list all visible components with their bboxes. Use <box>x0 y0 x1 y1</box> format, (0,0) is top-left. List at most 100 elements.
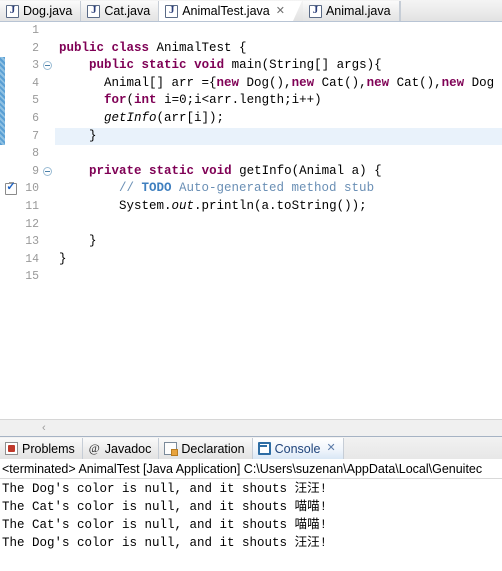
panel-tab-label: Javadoc <box>104 441 152 456</box>
line-number: 12 <box>25 217 39 231</box>
code-line[interactable] <box>55 145 502 163</box>
line-number-ruler: 1 2 3 4 5 6 7 8 9 10 11 12 13 14 15 <box>17 22 42 419</box>
code-token: } <box>59 128 97 143</box>
code-token: static <box>141 58 187 73</box>
close-icon[interactable]: ✕ <box>276 5 285 17</box>
editor-tab-animal-java[interactable]: Animal.java <box>302 1 400 21</box>
code-token: new <box>441 75 465 90</box>
code-token: TODO <box>141 181 172 196</box>
code-token: getInfo <box>104 110 157 125</box>
code-line[interactable]: private static void getInfo(Animal a) { <box>55 163 502 181</box>
cjk-text: 喵喵 <box>294 516 320 531</box>
code-line[interactable]: public static void main(String[] args){ <box>55 57 502 75</box>
console-output-line: The Dog's color is null, and it shouts 汪… <box>2 534 328 550</box>
line-number: 10 <box>25 182 39 196</box>
editor-tab-bar: Dog.java Cat.java AnimalTest.java ✕ Anim… <box>0 0 502 22</box>
console-output[interactable]: The Dog's color is null, and it shouts 汪… <box>0 479 502 551</box>
todo-task-marker-icon[interactable] <box>5 181 17 195</box>
code-token: void <box>194 58 225 73</box>
java-file-icon <box>6 4 19 18</box>
folding-ruler[interactable] <box>42 22 55 419</box>
code-token: AnimalTest { <box>149 40 247 55</box>
code-token: (arr[i]); <box>156 110 225 125</box>
panel-tab-label: Declaration <box>181 441 245 456</box>
panel-tab-label: Console <box>274 441 321 456</box>
code-line[interactable]: Animal[] arr ={new Dog(),new Cat(),new C… <box>55 75 502 93</box>
line-number: 3 <box>32 59 39 73</box>
code-token: } <box>59 251 67 266</box>
code-text-area[interactable]: public class AnimalTest { public static … <box>55 22 502 419</box>
code-token: // <box>59 181 142 196</box>
editor-tab-label: Animal.java <box>325 4 391 18</box>
fold-collapse-icon[interactable] <box>43 167 52 176</box>
code-token: private <box>89 163 142 178</box>
code-line[interactable]: } <box>55 127 502 146</box>
editor-tab-label: Cat.java <box>104 4 151 18</box>
panel-tab-label: Problems <box>22 441 75 456</box>
code-line[interactable]: public class AnimalTest { <box>55 40 502 58</box>
code-line[interactable] <box>55 268 502 286</box>
line-number: 6 <box>32 111 39 125</box>
code-editor[interactable]: 123456789101112131415 public class Anima… <box>0 22 502 419</box>
code-token: Cat(), <box>314 75 367 90</box>
code-token: public <box>59 40 105 55</box>
code-token: for <box>104 93 127 108</box>
editor-horizontal-scrollbar[interactable]: ‹ <box>0 419 502 436</box>
code-token: } <box>59 234 97 249</box>
tab-problems[interactable]: Problems <box>0 438 83 459</box>
code-line[interactable]: } <box>55 251 502 269</box>
code-token: ( <box>126 93 135 108</box>
cjk-text: 汪汪 <box>294 534 320 549</box>
scroll-left-icon[interactable]: ‹ <box>42 422 46 434</box>
tab-declaration[interactable]: Declaration <box>159 438 253 459</box>
line-number: 13 <box>25 235 39 249</box>
code-token: i=0;i<arr.length;i++) <box>156 93 322 108</box>
code-token: class <box>111 40 150 55</box>
bottom-panel: Problems @ Javadoc Declaration Console ✕… <box>0 436 502 551</box>
code-line[interactable]: System.out.println(a.toString()); <box>55 198 502 216</box>
code-token: static <box>149 163 195 178</box>
editor-tab-dog-java[interactable]: Dog.java <box>0 1 82 21</box>
code-token: Dog(), <box>239 75 292 90</box>
code-token: getInfo(Animal a) { <box>231 163 382 178</box>
panel-tab-filler <box>342 438 502 459</box>
tab-console[interactable]: Console ✕ <box>252 438 343 459</box>
editor-tab-label: AnimalTest.java <box>182 4 270 18</box>
javadoc-at-icon: @ <box>88 441 100 455</box>
code-token: out <box>171 198 195 213</box>
code-line[interactable]: getInfo(arr[i]); <box>55 110 502 128</box>
java-file-icon <box>308 4 322 18</box>
editor-tab-animaltest-java[interactable]: AnimalTest.java ✕ <box>159 1 302 21</box>
code-line[interactable]: } <box>55 233 502 251</box>
fold-collapse-icon[interactable] <box>43 61 52 70</box>
marker-bar[interactable] <box>5 22 17 419</box>
code-line[interactable]: for(int i=0;i<arr.length;i++) <box>55 92 502 110</box>
line-number: 9 <box>32 164 39 178</box>
console-output-line: The Dog's color is null, and it shouts 汪… <box>2 480 328 496</box>
close-icon[interactable]: ✕ <box>326 443 335 454</box>
editor-tab-label: Dog.java <box>23 4 73 18</box>
problems-icon <box>5 442 18 455</box>
code-line[interactable] <box>55 216 502 234</box>
console-icon <box>257 442 271 455</box>
code-token: System. <box>59 198 172 213</box>
declaration-icon <box>164 442 179 456</box>
code-token: new <box>366 75 390 90</box>
code-line[interactable]: // TODO Auto-generated method stub <box>55 180 502 198</box>
code-token: Dog <box>464 75 495 90</box>
tab-javadoc[interactable]: @ Javadoc <box>82 438 160 459</box>
line-number: 4 <box>32 76 39 90</box>
code-token: main(String[] args){ <box>224 58 382 73</box>
editor-tab-cat-java[interactable]: Cat.java <box>81 1 160 21</box>
code-token: Auto-generated method stub <box>171 181 375 196</box>
code-line[interactable] <box>55 22 502 40</box>
